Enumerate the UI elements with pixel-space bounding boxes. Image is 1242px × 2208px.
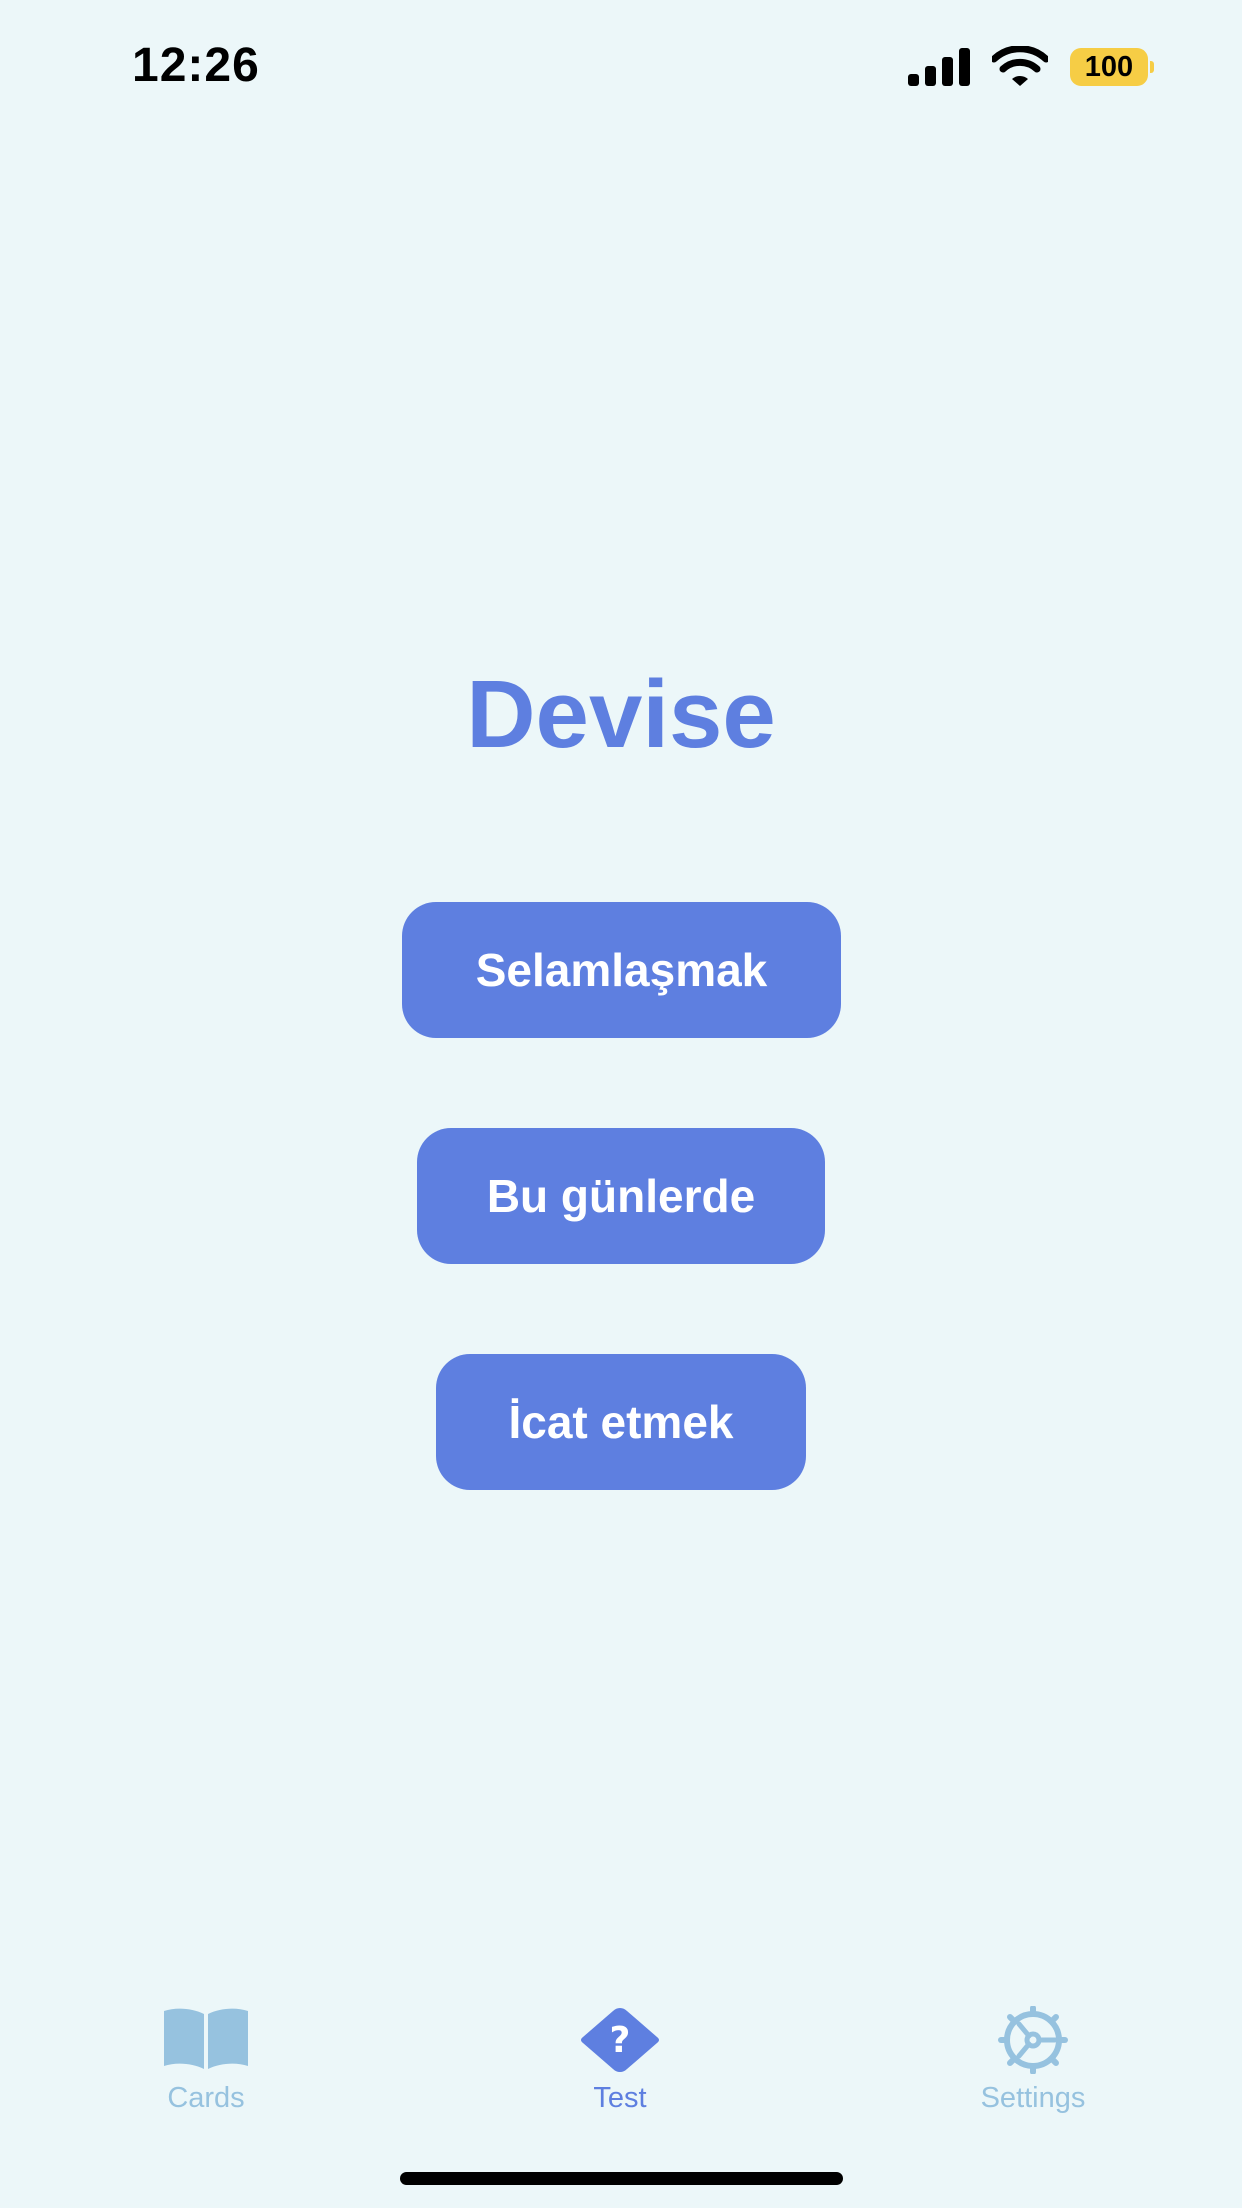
wifi-icon <box>992 46 1048 86</box>
status-bar: 12:26 100 <box>0 0 1242 135</box>
tab-cards-label: Cards <box>167 2082 245 2114</box>
answer-button-1[interactable]: Selamlaşmak <box>402 902 841 1038</box>
battery-level: 100 <box>1070 48 1148 86</box>
cellular-signal-icon <box>908 48 970 86</box>
question-diamond-icon: ? <box>581 2008 659 2072</box>
test-word: Devise <box>466 661 776 768</box>
answer-button-2[interactable]: Bu günlerde <box>417 1128 825 1264</box>
tab-settings[interactable]: Settings <box>923 1980 1143 2120</box>
tab-test-label: Test <box>593 2082 647 2114</box>
tab-cards[interactable]: Cards <box>96 1980 316 2120</box>
svg-text:?: ? <box>610 2020 631 2061</box>
status-time: 12:26 <box>132 39 260 92</box>
book-icon <box>164 2008 248 2069</box>
home-indicator <box>400 2172 843 2185</box>
gear-icon <box>998 2006 1068 2074</box>
tab-bar: Cards ? Test Settings <box>0 1980 1242 2130</box>
battery-cap <box>1150 61 1154 73</box>
tab-test[interactable]: ? Test <box>510 1980 730 2120</box>
battery-indicator: 100 <box>1070 48 1154 86</box>
tab-settings-label: Settings <box>980 2082 1086 2114</box>
answer-button-3[interactable]: İcat etmek <box>436 1354 806 1490</box>
